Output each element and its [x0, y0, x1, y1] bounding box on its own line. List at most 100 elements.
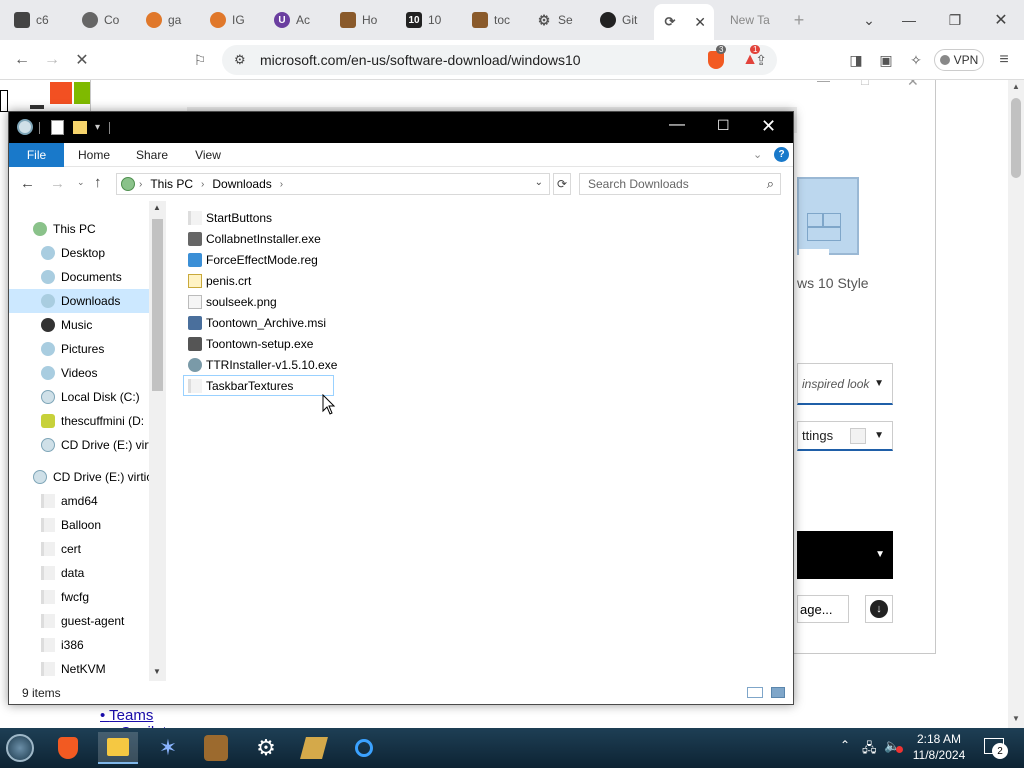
browser-tab[interactable]: c6: [6, 6, 68, 34]
tree-item-pictures[interactable]: Pictures: [9, 337, 149, 361]
tab-home[interactable]: Home: [69, 143, 119, 167]
stop-loading-icon[interactable]: ✕: [70, 48, 94, 72]
teams-link[interactable]: • Teams: [100, 707, 153, 724]
tree-item-folder[interactable]: data: [9, 561, 149, 585]
taskbar-settings[interactable]: ⚙: [246, 732, 286, 764]
quick-access-chevron-icon[interactable]: ▾: [95, 122, 100, 133]
breadcrumb-downloads[interactable]: Downloads: [212, 177, 271, 191]
recent-locations-chevron-icon[interactable]: ⌄: [77, 177, 85, 188]
browser-tab[interactable]: Ho: [332, 6, 394, 34]
tab-share[interactable]: Share: [127, 143, 177, 167]
tree-item-desktop[interactable]: Desktop: [9, 241, 149, 265]
back-arrow-icon[interactable]: ←: [20, 175, 35, 192]
list-item[interactable]: TTRInstaller-v1.5.10.exe: [184, 354, 345, 375]
help-icon[interactable]: ?: [774, 147, 789, 162]
page-scrollbar[interactable]: ▲ ▼: [1008, 80, 1024, 728]
tree-item-local-disk[interactable]: Local Disk (C:): [9, 385, 149, 409]
download-button[interactable]: ↓: [865, 595, 893, 623]
settings-dropdown[interactable]: ttings ▼: [797, 421, 893, 451]
refresh-icon[interactable]: ⟳: [553, 173, 571, 195]
address-history-chevron-icon[interactable]: ⌄: [535, 177, 543, 188]
look-dropdown[interactable]: inspired look ▼: [797, 363, 893, 405]
navigation-scrollbar-thumb[interactable]: [152, 219, 163, 391]
tree-item-cd-drive[interactable]: CD Drive (E:) virt: [9, 433, 149, 457]
new-tab-button[interactable]: +: [784, 8, 814, 32]
tab-file[interactable]: File: [9, 143, 64, 167]
forward-arrow-icon[interactable]: →: [50, 175, 65, 192]
list-item[interactable]: soulseek.png: [184, 291, 285, 312]
new-folder-icon[interactable]: [73, 121, 87, 134]
bg-window-minimize-icon[interactable]: —: [817, 80, 837, 93]
maximize-button[interactable]: ☐: [717, 117, 730, 134]
browser-tab[interactable]: U Ac: [266, 6, 328, 34]
tree-item-documents[interactable]: Documents: [9, 265, 149, 289]
tree-item-folder[interactable]: guest-agent: [9, 609, 149, 633]
dark-dropdown[interactable]: ▼: [797, 531, 893, 579]
tab-view[interactable]: View: [183, 143, 233, 167]
scroll-down-icon[interactable]: ▼: [153, 667, 161, 676]
menu-icon[interactable]: ≡: [992, 48, 1016, 72]
minimize-button[interactable]: —: [669, 116, 685, 134]
list-item[interactable]: Toontown-setup.exe: [184, 333, 321, 354]
page-edge-button[interactable]: [0, 90, 8, 112]
browser-tab[interactable]: ⚙ Se: [528, 6, 590, 34]
sidebar-icon[interactable]: ◨: [844, 48, 868, 72]
show-hidden-icons-chevron[interactable]: ⌃: [840, 738, 850, 752]
address-path-bar[interactable]: › This PC › Downloads › ⌄: [116, 173, 550, 195]
browser-tab-active[interactable]: ⟳ ✕: [654, 4, 714, 40]
browser-tab[interactable]: toc: [464, 6, 526, 34]
bookmark-icon[interactable]: ⚐: [188, 48, 212, 72]
vpn-button[interactable]: VPN: [934, 49, 984, 71]
explorer-title-bar[interactable]: ▾ — ☐ ✕: [9, 112, 793, 143]
bg-window-maximize-icon[interactable]: □: [861, 80, 881, 93]
search-input[interactable]: Search Downloads ⌕: [579, 173, 781, 195]
taskbar-file-explorer[interactable]: [98, 732, 138, 764]
browser-tab[interactable]: Git: [592, 6, 654, 34]
windows-style-preview[interactable]: [797, 177, 859, 257]
tree-item-folder[interactable]: amd64: [9, 489, 149, 513]
tree-item-folder[interactable]: cert: [9, 537, 149, 561]
page-scrollbar-thumb[interactable]: [1011, 98, 1021, 178]
site-settings-icon[interactable]: ⚙: [234, 52, 246, 68]
taskbar-app[interactable]: [294, 732, 334, 764]
tree-item-this-pc[interactable]: This PC: [9, 217, 149, 241]
tree-item-cd-drive-root[interactable]: CD Drive (E:) virtic: [9, 465, 149, 489]
list-item[interactable]: TaskbarTextures: [183, 375, 334, 396]
wallet-icon[interactable]: ▣: [874, 48, 898, 72]
tree-item-folder[interactable]: Balloon: [9, 513, 149, 537]
browser-tab[interactable]: ga: [138, 6, 200, 34]
leo-ai-icon[interactable]: ✧: [904, 48, 928, 72]
tree-item-folder[interactable]: fwcfg: [9, 585, 149, 609]
rewards-icon[interactable]: ▲ 1: [738, 45, 762, 72]
list-item[interactable]: CollabnetInstaller.exe: [184, 228, 329, 249]
large-icons-view-icon[interactable]: [771, 687, 785, 698]
restore-browser-button[interactable]: ❐: [940, 8, 970, 32]
expand-ribbon-chevron-icon[interactable]: ⌄: [753, 148, 762, 161]
tree-item-music[interactable]: Music: [9, 313, 149, 337]
tab-search-chevron-icon[interactable]: ⌄: [854, 8, 884, 32]
start-button[interactable]: [0, 732, 40, 764]
browser-tab[interactable]: Co: [74, 6, 136, 34]
taskbar-app[interactable]: ✶: [148, 732, 188, 764]
list-item[interactable]: Toontown_Archive.msi: [184, 312, 334, 333]
taskbar-app[interactable]: [344, 732, 384, 764]
list-item[interactable]: penis.crt: [184, 270, 259, 291]
address-bar[interactable]: ⚙ microsoft.com/en-us/software-download/…: [222, 45, 777, 75]
browser-tab[interactable]: New Ta: [722, 6, 784, 34]
system-clock[interactable]: 2:18 AM 11/8/2024: [908, 731, 970, 763]
details-view-icon[interactable]: [747, 687, 763, 698]
browser-tab[interactable]: 10 10: [398, 6, 460, 34]
browse-page-button[interactable]: age...: [797, 595, 849, 623]
tree-item-folder[interactable]: NetKVM: [9, 657, 149, 681]
list-item[interactable]: ForceEffectMode.reg: [184, 249, 326, 270]
properties-icon[interactable]: [51, 120, 64, 135]
taskbar-brave[interactable]: [48, 732, 88, 764]
browser-tab[interactable]: IG: [202, 6, 264, 34]
taskbar-toontown[interactable]: [196, 732, 236, 764]
minimize-browser-button[interactable]: —: [894, 8, 924, 32]
scroll-up-icon[interactable]: ▲: [153, 203, 161, 212]
up-arrow-icon[interactable]: ↑: [94, 174, 102, 191]
forward-arrow-icon[interactable]: →: [40, 48, 64, 72]
tree-item-videos[interactable]: Videos: [9, 361, 149, 385]
list-item[interactable]: StartButtons: [184, 207, 280, 228]
